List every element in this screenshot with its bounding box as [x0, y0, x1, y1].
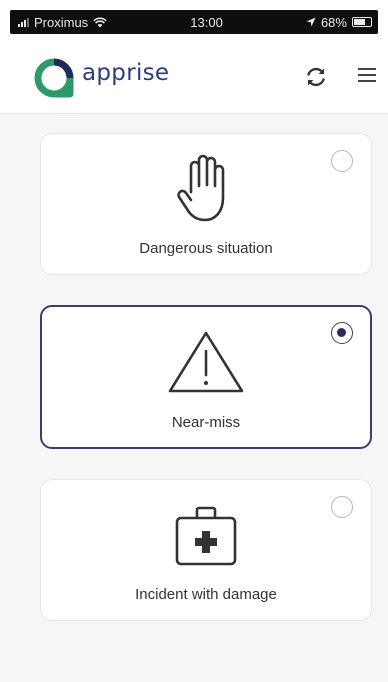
signal-icon	[18, 17, 29, 27]
carrier-label: Proximus	[34, 14, 89, 30]
warning-triangle-icon	[168, 331, 244, 393]
status-left: Proximus	[18, 15, 107, 30]
report-type-list: Dangerous situation Near-miss Incident w…	[0, 115, 388, 682]
radio-selected-dot	[337, 328, 346, 337]
first-aid-kit-icon	[175, 506, 237, 566]
location-arrow-icon	[306, 17, 316, 27]
hand-stop-icon	[177, 154, 225, 222]
status-bar: Proximus 13:00 68%	[0, 0, 388, 42]
battery-level-fill	[353, 19, 365, 25]
option-near-miss[interactable]: Near-miss	[40, 305, 372, 449]
option-label: Dangerous situation	[139, 240, 273, 257]
option-label: Near-miss	[171, 414, 241, 431]
battery-icon	[351, 17, 372, 27]
wifi-icon	[93, 16, 107, 27]
option-incident-with-damage[interactable]: Incident with damage	[40, 479, 372, 621]
battery-percent: 68%	[320, 14, 347, 30]
app-header: apprise	[0, 42, 388, 114]
option-label: Incident with damage	[135, 586, 277, 603]
menu-icon[interactable]	[358, 68, 376, 86]
apprise-logo-icon	[34, 58, 74, 98]
radio-button[interactable]	[331, 322, 353, 344]
refresh-icon[interactable]	[303, 64, 329, 90]
status-bar-inner: Proximus 13:00 68%	[10, 10, 378, 34]
radio-button[interactable]	[331, 496, 353, 518]
app-name: apprise	[82, 60, 170, 86]
option-dangerous-situation[interactable]: Dangerous situation	[40, 133, 372, 275]
status-right: 68%	[306, 15, 372, 30]
radio-button[interactable]	[331, 150, 353, 172]
clock: 13:00	[190, 14, 223, 30]
